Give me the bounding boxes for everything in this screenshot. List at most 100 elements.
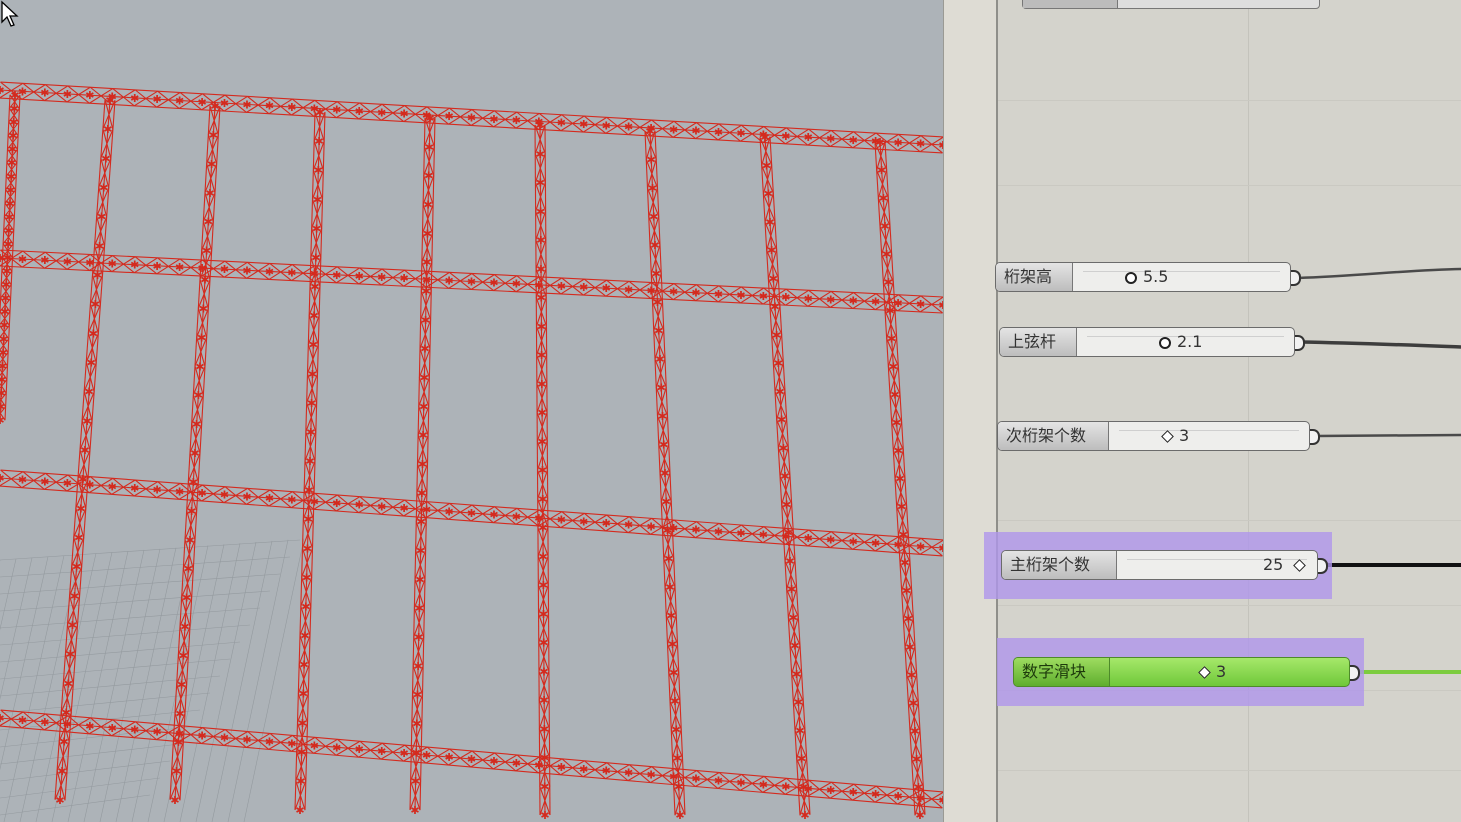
slider-body[interactable]: 数字滑块 3 [1013,657,1350,687]
wire-secondary-truss-count [1315,433,1461,438]
slider-knob-circle-icon[interactable] [1125,272,1137,284]
svg-text:✱: ✱ [265,735,274,748]
slider-knob-diamond-icon[interactable] [1161,430,1174,443]
svg-text:✱: ✱ [655,353,664,366]
svg-text:✱: ✱ [882,248,891,261]
svg-text:✱: ✱ [736,289,745,302]
ground-grid [0,538,305,822]
slider-knob-diamond-icon[interactable] [1293,559,1306,572]
svg-text:✱: ✱ [736,776,745,789]
svg-text:✱: ✱ [902,585,911,598]
slider-track[interactable]: 5.5 [1073,263,1290,291]
svg-text:✱: ✱ [242,490,251,503]
slider-body[interactable]: 次桁架个数 3 [997,421,1310,451]
secondary-truss-6: ✱ ✱ ✱ ✱ ✱ ✱ ✱ ✱ ✱ ✱ ✱ ✱ ✱ ✱ ✱ ✱ ✱ ✱ ✱ ✱ ✱ ✱ ✱ ✱ ✱ [534,119,551,822]
svg-text:✱: ✱ [536,148,545,161]
svg-text:✱: ✱ [80,444,89,457]
svg-text:✱: ✱ [667,610,676,623]
svg-text:✱: ✱ [63,477,72,490]
svg-text:✱: ✱ [663,524,672,537]
svg-text:✱: ✱ [0,414,5,427]
svg-text:✱: ✱ [202,245,211,258]
svg-text:✱: ✱ [0,333,8,346]
svg-text:✱: ✱ [101,152,110,165]
svg-text:✱: ✱ [779,442,788,455]
svg-text:✱: ✱ [467,753,476,766]
svg-text:✱: ✱ [312,222,321,235]
svg-text:✱: ✱ [662,496,671,509]
svg-text:✱: ✱ [538,464,547,477]
slider-knob-diamond-icon[interactable] [1198,666,1211,679]
svg-text:✱: ✱ [765,216,774,229]
svg-text:✱: ✱ [97,211,106,224]
svg-text:✱: ✱ [675,809,684,822]
svg-text:✱: ✱ [170,794,179,807]
svg-text:✱: ✱ [900,557,909,570]
slider-truss-height[interactable]: 桁架高 5.5 [995,262,1301,292]
svg-text:✱: ✱ [537,378,546,391]
slider-track[interactable]: 25 [1117,551,1317,579]
slider-label: 主桁架个数 [1002,551,1117,579]
svg-text:✱: ✱ [174,736,183,749]
svg-text:✱: ✱ [297,746,306,759]
svg-text:✱: ✱ [797,753,806,766]
svg-text:✱: ✱ [85,89,94,102]
svg-text:✱: ✱ [419,400,428,413]
svg-text:✱: ✱ [624,121,633,134]
svg-text:✱: ✱ [210,100,219,113]
svg-text:✱: ✱ [736,127,745,140]
svg-text:✱: ✱ [199,302,208,315]
svg-text:✱: ✱ [153,260,162,273]
svg-text:✱: ✱ [332,741,341,754]
svg-text:✱: ✱ [287,101,296,114]
svg-text:✱: ✱ [775,385,784,398]
slider-track[interactable]: 2.1 [1077,328,1294,356]
svg-text:✱: ✱ [305,484,314,497]
slider-track[interactable]: 3 [1110,658,1349,686]
svg-text:✱: ✱ [602,765,611,778]
svg-text:✱: ✱ [175,485,184,498]
slider-knob-circle-icon[interactable] [1159,337,1171,349]
slider-body[interactable]: 上弦杆 2.1 [999,327,1295,357]
svg-text:✱: ✱ [759,529,768,542]
svg-text:✱: ✱ [781,291,790,304]
svg-text:✱: ✱ [177,678,186,691]
svg-text:✱: ✱ [85,720,94,733]
slider-track[interactable]: 3 [1109,422,1309,450]
svg-text:✱: ✱ [204,216,213,229]
slider-top-chord[interactable]: 上弦杆 2.1 [999,327,1305,357]
svg-text:✱: ✱ [220,263,229,276]
svg-text:✱: ✱ [536,177,545,190]
svg-text:✱: ✱ [540,694,549,707]
svg-text:✱: ✱ [624,519,633,532]
rhino-viewport[interactable]: ✱ ✱ ✱ ✱ ✱ ✱ ✱ ✱ ✱ ✱ ✱ ✱ ✱ ✱ ✱ ✱ ✱ ✱ ✱ ✱ ✱ ✱ ✱ ✱ ✱ ✱ ✱ ✱ ✱ ✱ ✱ ✱ ✱ ✱ ✱ ✱ ✱ ✱ ✱ ✱… [0,0,943,822]
svg-text:✱: ✱ [887,332,896,345]
panel-divider[interactable] [943,0,998,822]
svg-text:✱: ✱ [301,600,310,613]
svg-text:✱: ✱ [897,501,906,514]
svg-text:✱: ✱ [82,415,91,428]
svg-text:✱: ✱ [489,113,498,126]
svg-text:✱: ✱ [871,788,880,801]
svg-text:✱: ✱ [40,475,49,488]
svg-text:✱: ✱ [772,329,781,342]
svg-text:✱: ✱ [108,480,117,493]
svg-text:✱: ✱ [912,753,921,766]
component-partial-top[interactable] [1022,0,1320,9]
svg-text:✱: ✱ [298,717,307,730]
slider-number-slider[interactable]: 数字滑块 3 [997,638,1364,706]
svg-text:✱: ✱ [313,193,322,206]
svg-text:✱: ✱ [657,382,666,395]
slider-value: 3 [1179,426,1190,445]
svg-text:✱: ✱ [377,500,386,513]
svg-text:✱: ✱ [74,532,83,545]
slider-body[interactable]: 桁架高 5.5 [995,262,1291,292]
svg-text:✱: ✱ [76,502,85,515]
wire-top-chord [1299,340,1461,349]
svg-text:✱: ✱ [7,157,16,170]
slider-secondary-truss-count[interactable]: 次桁架个数 3 [997,421,1320,451]
slider-main-truss-count[interactable]: 主桁架个数 25 [984,532,1332,599]
svg-text:✱: ✱ [9,116,18,129]
slider-body[interactable]: 主桁架个数 25 [1001,550,1318,580]
slider-value: 5.5 [1143,267,1169,286]
